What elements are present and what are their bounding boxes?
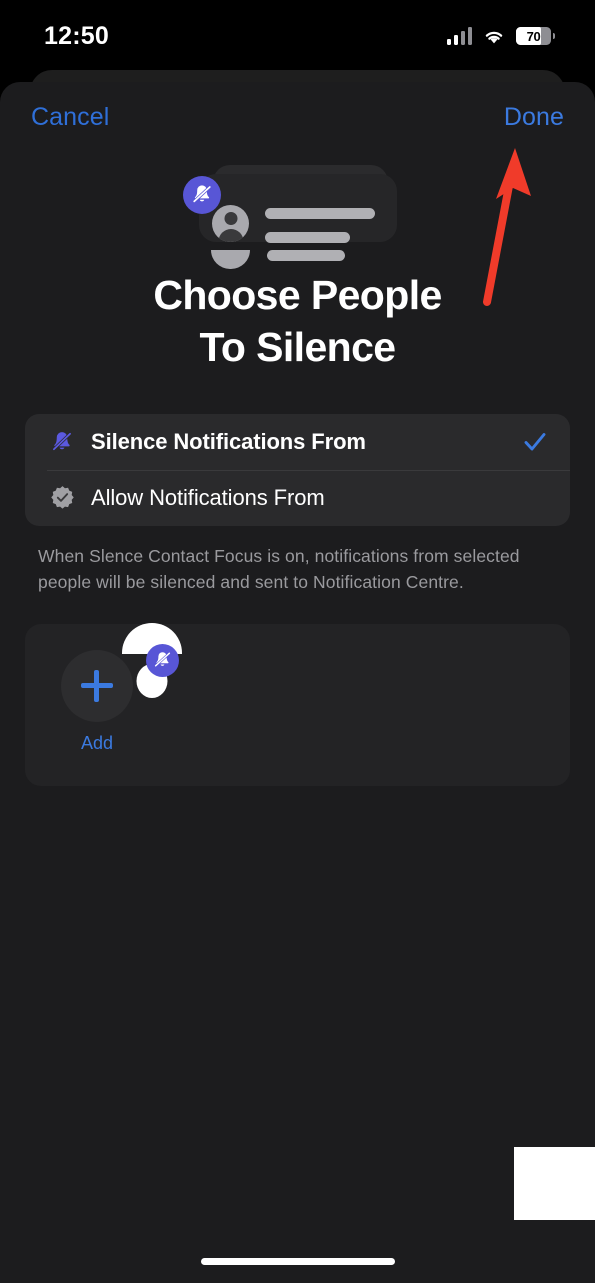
checkmark-placeholder xyxy=(522,485,548,511)
focus-people-sheet: Cancel Done Choose People To Silence Sil… xyxy=(0,82,595,1283)
status-bar-time: 12:50 xyxy=(44,21,109,50)
sheet-navigation-bar: Cancel Done xyxy=(0,82,595,152)
notification-mode-list: Silence Notifications From Allow Notific… xyxy=(25,413,570,526)
page-title-line-2: To Silence xyxy=(199,324,396,371)
bell-slash-icon xyxy=(47,427,77,457)
battery-icon: 70 xyxy=(516,27,555,45)
illustration-text-line xyxy=(265,208,375,219)
cellular-signal-icon xyxy=(446,27,472,45)
battery-percent-label: 70 xyxy=(526,28,541,44)
option-label: Silence Notifications From xyxy=(91,428,366,454)
bell-slash-icon xyxy=(146,643,179,677)
illustration-text-line xyxy=(267,250,345,261)
add-person-label: Add xyxy=(80,732,114,753)
silenced-notification-illustration xyxy=(0,148,595,263)
option-allow-notifications-from[interactable]: Allow Notifications From xyxy=(25,469,570,526)
status-bar-indicators: 70 xyxy=(446,27,555,45)
wifi-icon xyxy=(483,28,505,45)
status-bar: 12:50 70 xyxy=(0,0,595,72)
cancel-button[interactable]: Cancel xyxy=(31,103,109,132)
home-indicator[interactable] xyxy=(200,1258,395,1265)
done-button[interactable]: Done xyxy=(504,103,564,132)
option-silence-notifications-from[interactable]: Silence Notifications From xyxy=(25,414,570,470)
illustration-text-line xyxy=(265,232,350,243)
iphone-screen: 12:50 70 Cancel Done Choose People To Si… xyxy=(0,0,595,1283)
checkmark-icon xyxy=(522,429,548,455)
plus-icon xyxy=(81,669,113,702)
selected-people-card: Add xyxy=(25,622,570,786)
bell-slash-icon xyxy=(183,176,221,214)
add-circle xyxy=(61,649,133,722)
footnote-description: When Slence Contact Focus is on, notific… xyxy=(38,545,520,592)
option-label: Allow Notifications From xyxy=(91,484,325,510)
page-title: Choose People To Silence xyxy=(0,269,595,374)
white-overlay-patch xyxy=(514,1147,595,1220)
page-title-line-1: Choose People xyxy=(153,272,442,318)
checkmark-seal-icon xyxy=(47,483,77,513)
add-person-button[interactable]: Add xyxy=(52,649,142,754)
